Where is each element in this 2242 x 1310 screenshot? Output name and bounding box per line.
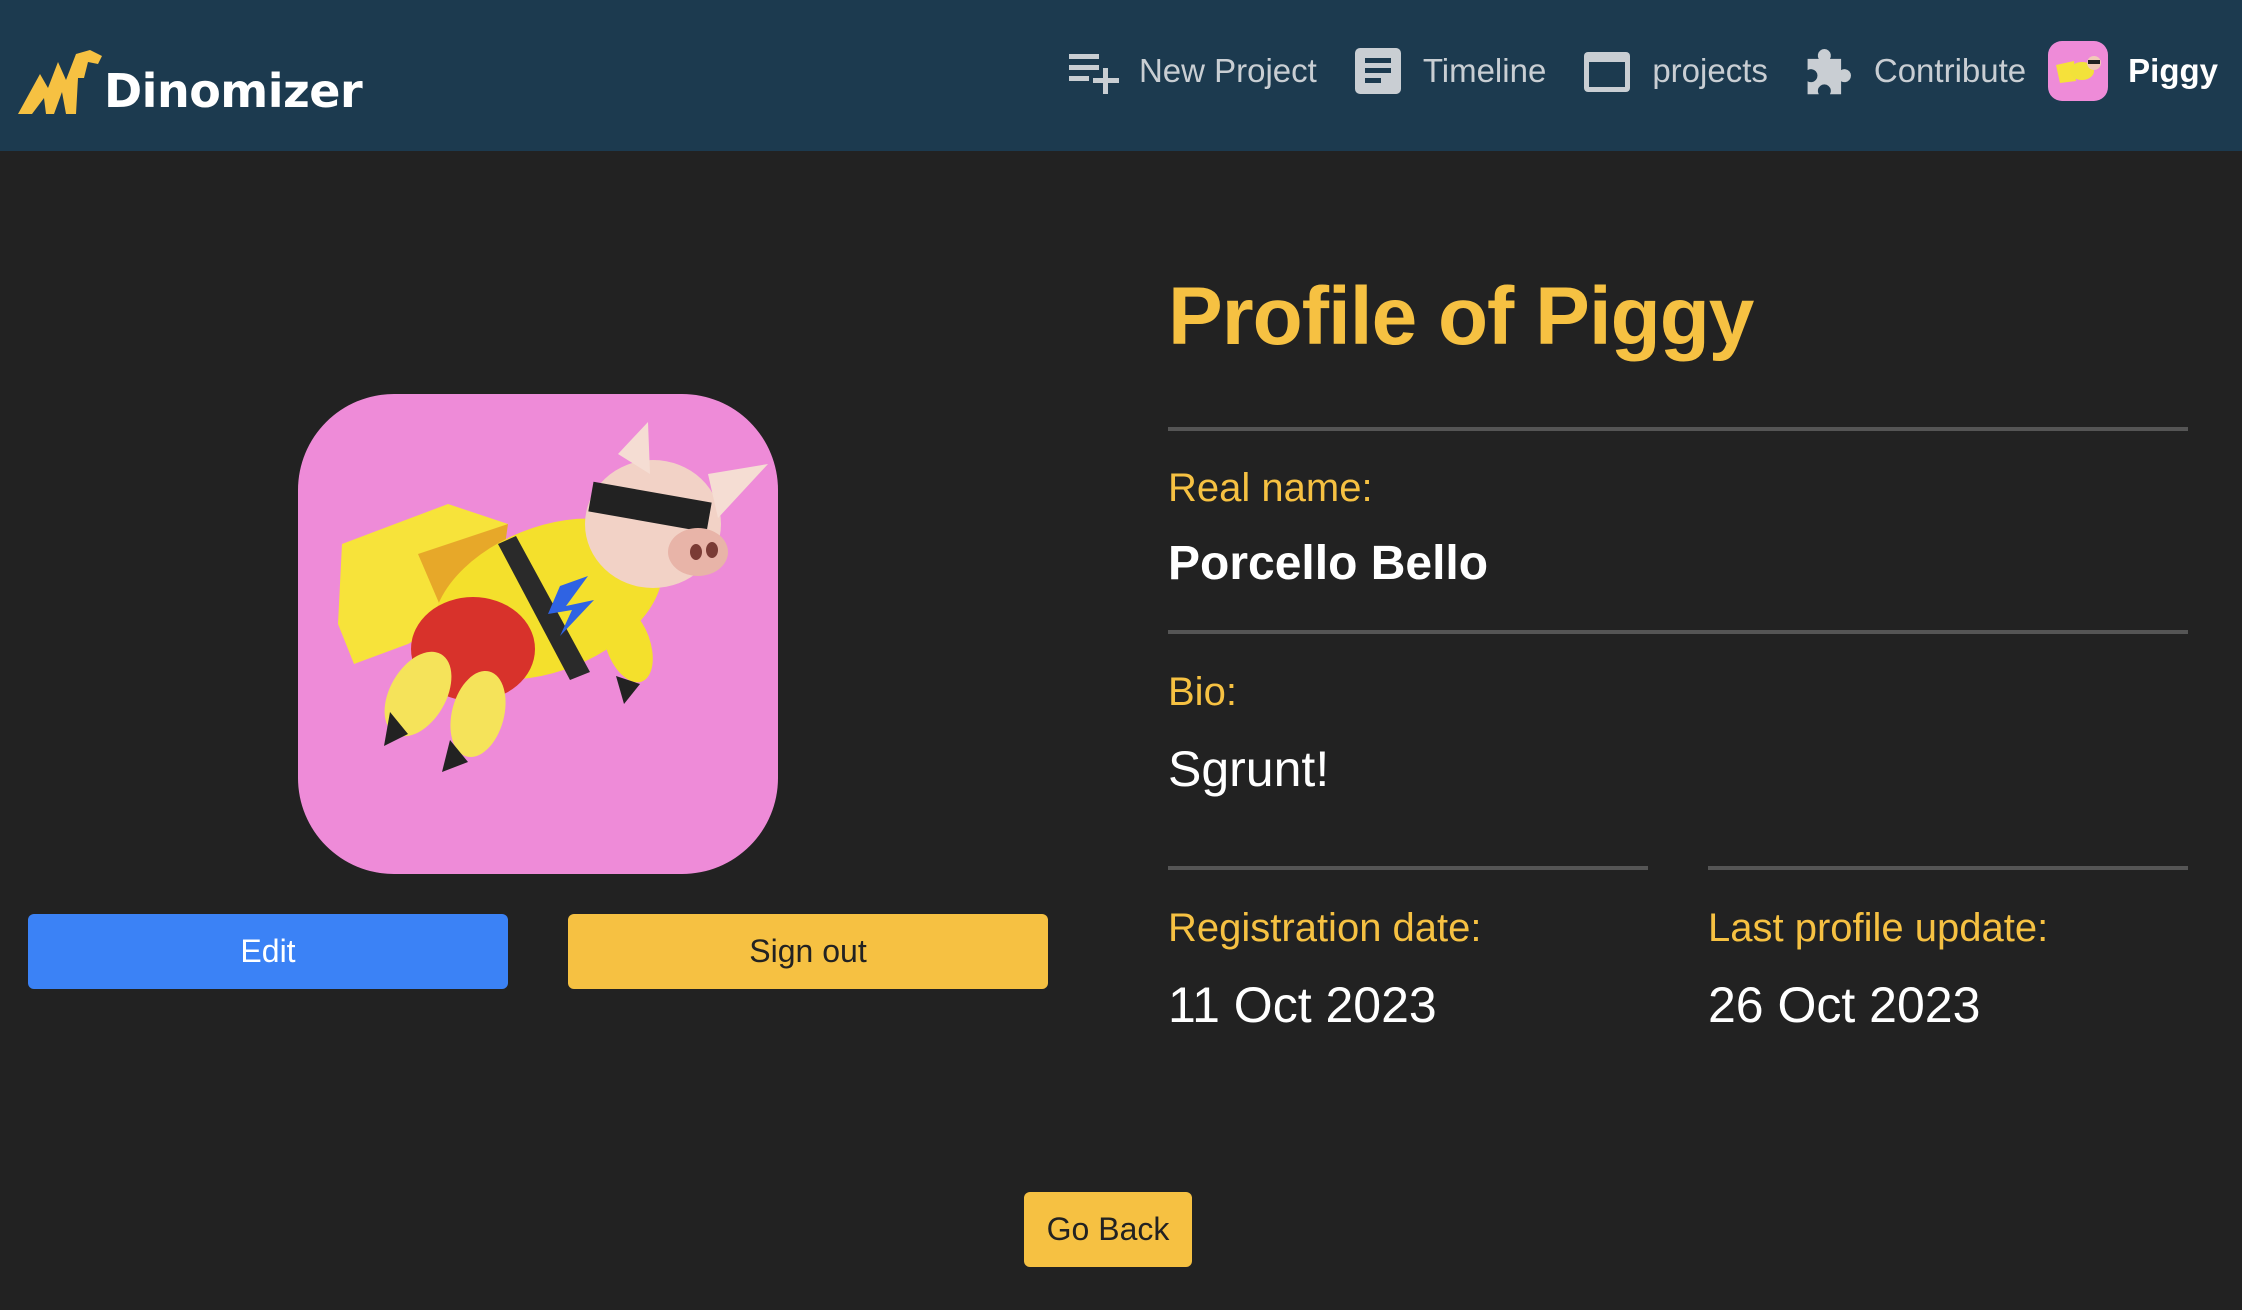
registration-date-label: Registration date: bbox=[1168, 906, 1482, 950]
main-nav: New Project Timeline projects Contribute… bbox=[1033, 38, 2218, 104]
brand-name: Dinomizer bbox=[104, 64, 363, 118]
go-back-button[interactable]: Go Back bbox=[1024, 1192, 1192, 1267]
timeline-doc-icon bbox=[1351, 44, 1405, 98]
profile-avatar bbox=[298, 394, 778, 874]
top-navbar: Dinomizer New Project Timeline projects … bbox=[0, 0, 2242, 151]
brand-logo[interactable]: Dinomizer bbox=[18, 38, 363, 118]
real-name-label: Real name: bbox=[1168, 466, 1373, 510]
last-update-value: 26 Oct 2023 bbox=[1708, 977, 1981, 1033]
nav-contribute-label: Contribute bbox=[1873, 52, 2027, 89]
edit-button[interactable]: Edit bbox=[28, 914, 508, 989]
divider bbox=[1168, 630, 2188, 634]
nav-projects[interactable]: projects bbox=[1580, 44, 1768, 98]
page-title: Profile of Piggy bbox=[1168, 271, 1754, 362]
divider bbox=[1168, 866, 1648, 870]
sign-out-button[interactable]: Sign out bbox=[568, 914, 1048, 989]
nav-new-project[interactable]: New Project bbox=[1067, 44, 1317, 98]
playlist-add-icon bbox=[1067, 44, 1121, 98]
last-update-label: Last profile update: bbox=[1708, 906, 2049, 950]
nav-projects-label: projects bbox=[1652, 52, 1768, 89]
user-menu[interactable]: Piggy bbox=[2048, 41, 2218, 101]
bio-value: Sgrunt! bbox=[1168, 741, 1330, 797]
real-name-value: Porcello Bello bbox=[1168, 537, 1489, 590]
registration-date-value: 11 Oct 2023 bbox=[1168, 977, 1437, 1033]
user-avatar bbox=[2048, 41, 2109, 101]
nav-new-project-label: New Project bbox=[1138, 52, 1317, 89]
superhero-pig-image bbox=[338, 422, 768, 772]
divider bbox=[1168, 427, 2188, 431]
dino-logo-icon bbox=[18, 50, 102, 114]
nav-timeline[interactable]: Timeline bbox=[1351, 44, 1546, 98]
puzzle-icon bbox=[1802, 44, 1856, 98]
user-name: Piggy bbox=[2128, 52, 2218, 89]
nav-timeline-label: Timeline bbox=[1422, 52, 1547, 89]
nav-contribute[interactable]: Contribute bbox=[1802, 44, 2026, 98]
bio-label: Bio: bbox=[1168, 670, 1237, 714]
window-icon bbox=[1580, 44, 1634, 98]
divider bbox=[1708, 866, 2188, 870]
